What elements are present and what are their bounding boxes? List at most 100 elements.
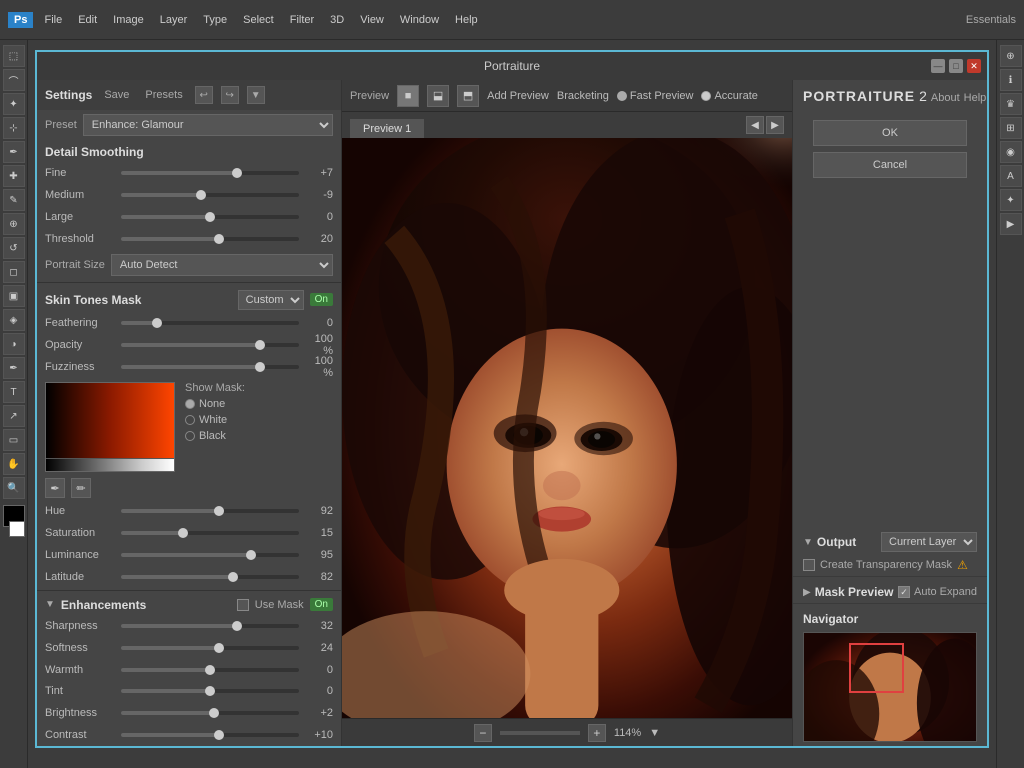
- transparency-checkbox[interactable]: [803, 559, 815, 571]
- ps-menu-filter[interactable]: Filter: [285, 12, 319, 28]
- preview-tab-1[interactable]: Preview 1: [350, 119, 424, 138]
- mask-white-radio[interactable]: White: [185, 414, 245, 426]
- color-swatch[interactable]: [45, 382, 175, 472]
- zoom-slider[interactable]: [500, 731, 580, 735]
- preview-single-view-button[interactable]: ■: [397, 85, 419, 107]
- rtool-4[interactable]: ⊞: [1000, 117, 1022, 139]
- fast-preview-radio[interactable]: Fast Preview: [617, 90, 694, 102]
- fine-thumb[interactable]: [232, 168, 242, 178]
- mask-none-radio[interactable]: None: [185, 398, 245, 410]
- presets-button[interactable]: Presets: [141, 88, 186, 102]
- warmth-thumb[interactable]: [205, 665, 215, 675]
- ps-menu-select[interactable]: Select: [238, 12, 279, 28]
- tool-blur[interactable]: ◈: [3, 309, 25, 331]
- maximize-button[interactable]: □: [949, 59, 963, 73]
- tool-pen[interactable]: ✒: [3, 357, 25, 379]
- rtool-8[interactable]: ▶: [1000, 213, 1022, 235]
- tool-history-brush[interactable]: ↺: [3, 237, 25, 259]
- tool-path[interactable]: ↗: [3, 405, 25, 427]
- rtool-5[interactable]: ◉: [1000, 141, 1022, 163]
- accurate-radio[interactable]: Accurate: [701, 90, 757, 102]
- ps-menu-layer[interactable]: Layer: [155, 12, 193, 28]
- auto-expand-checkbox[interactable]: ✓: [898, 586, 910, 598]
- enhancements-on-badge[interactable]: On: [310, 598, 333, 611]
- ps-menu-view[interactable]: View: [355, 12, 389, 28]
- preview-image-area[interactable]: [342, 138, 792, 718]
- use-mask-checkbox[interactable]: [237, 599, 249, 611]
- ps-menu-image[interactable]: Image: [108, 12, 149, 28]
- zoom-out-button[interactable]: −: [474, 724, 492, 742]
- tool-gradient[interactable]: ▣: [3, 285, 25, 307]
- hue-thumb[interactable]: [214, 506, 224, 516]
- eyedropper-add-button[interactable]: ✒: [45, 478, 65, 498]
- close-button[interactable]: ✕: [967, 59, 981, 73]
- background-color[interactable]: [9, 521, 25, 537]
- ps-menu-ps[interactable]: Ps: [8, 12, 33, 28]
- tool-brush[interactable]: ✎: [3, 189, 25, 211]
- sharpness-thumb[interactable]: [232, 621, 242, 631]
- tool-crop[interactable]: ⊹: [3, 117, 25, 139]
- ps-menu-3d[interactable]: 3D: [325, 12, 349, 28]
- next-preview-button[interactable]: ▶: [766, 116, 784, 134]
- rtool-1[interactable]: ⊕: [1000, 45, 1022, 67]
- tool-rectangle-select[interactable]: ⬚: [3, 45, 25, 67]
- zoom-in-button[interactable]: +: [588, 724, 606, 742]
- add-preview-button[interactable]: Add Preview: [487, 90, 549, 102]
- help-button[interactable]: Help: [964, 92, 987, 104]
- undo-button[interactable]: ↩: [195, 86, 213, 104]
- preview-dual-view-button[interactable]: ⬒: [457, 85, 479, 107]
- minimize-button[interactable]: —: [931, 59, 945, 73]
- preset-select[interactable]: Enhance: Glamour: [83, 114, 333, 136]
- rtool-2[interactable]: ℹ: [1000, 69, 1022, 91]
- portrait-size-select[interactable]: Auto Detect: [111, 254, 333, 276]
- tool-magic-wand[interactable]: ✦: [3, 93, 25, 115]
- ok-button[interactable]: OK: [813, 120, 967, 146]
- mask-black-radio[interactable]: Black: [185, 430, 245, 442]
- ps-menu-window[interactable]: Window: [395, 12, 444, 28]
- tint-thumb[interactable]: [205, 686, 215, 696]
- rtool-3[interactable]: ♛: [1000, 93, 1022, 115]
- cancel-button[interactable]: Cancel: [813, 152, 967, 178]
- tool-text[interactable]: T: [3, 381, 25, 403]
- settings-dropdown-button[interactable]: ▼: [247, 86, 265, 104]
- output-layer-select[interactable]: Current Layer: [881, 532, 977, 552]
- saturation-thumb[interactable]: [178, 528, 188, 538]
- contrast-thumb[interactable]: [214, 730, 224, 740]
- tool-heal[interactable]: ✚: [3, 165, 25, 187]
- rtool-6[interactable]: A: [1000, 165, 1022, 187]
- feathering-thumb[interactable]: [152, 318, 162, 328]
- ps-menu-type[interactable]: Type: [198, 12, 232, 28]
- tool-zoom[interactable]: 🔍: [3, 477, 25, 499]
- tool-eraser[interactable]: ◻: [3, 261, 25, 283]
- ps-menu-edit[interactable]: Edit: [73, 12, 102, 28]
- skin-preset-select[interactable]: Custom: [238, 290, 304, 310]
- large-thumb[interactable]: [205, 212, 215, 222]
- save-button[interactable]: Save: [100, 88, 133, 102]
- luminance-thumb[interactable]: [246, 550, 256, 560]
- bracketing-button[interactable]: Bracketing: [557, 90, 609, 102]
- medium-thumb[interactable]: [196, 190, 206, 200]
- tool-dodge[interactable]: ◑: [3, 333, 25, 355]
- skin-tones-on-badge[interactable]: On: [310, 293, 333, 306]
- tool-lasso[interactable]: ⌒: [3, 69, 25, 91]
- about-button[interactable]: About: [931, 92, 960, 104]
- opacity-thumb[interactable]: [255, 340, 265, 350]
- navigator-thumbnail[interactable]: [803, 632, 977, 742]
- latitude-thumb[interactable]: [228, 572, 238, 582]
- brightness-thumb[interactable]: [209, 708, 219, 718]
- tool-clone[interactable]: ⊕: [3, 213, 25, 235]
- tool-eyedropper[interactable]: ✒: [3, 141, 25, 163]
- ps-menu-file[interactable]: File: [39, 12, 67, 28]
- ps-menu-help[interactable]: Help: [450, 12, 483, 28]
- softness-thumb[interactable]: [214, 643, 224, 653]
- tool-hand[interactable]: ✋: [3, 453, 25, 475]
- rtool-7[interactable]: ✦: [1000, 189, 1022, 211]
- fuzziness-thumb[interactable]: [255, 362, 265, 372]
- threshold-thumb[interactable]: [214, 234, 224, 244]
- prev-preview-button[interactable]: ◀: [746, 116, 764, 134]
- preview-split-view-button[interactable]: ⬓: [427, 85, 449, 107]
- eyedropper-remove-button[interactable]: ✏: [71, 478, 91, 498]
- tool-shape[interactable]: ▭: [3, 429, 25, 451]
- zoom-dropdown-button[interactable]: ▼: [649, 727, 660, 739]
- redo-button[interactable]: ↪: [221, 86, 239, 104]
